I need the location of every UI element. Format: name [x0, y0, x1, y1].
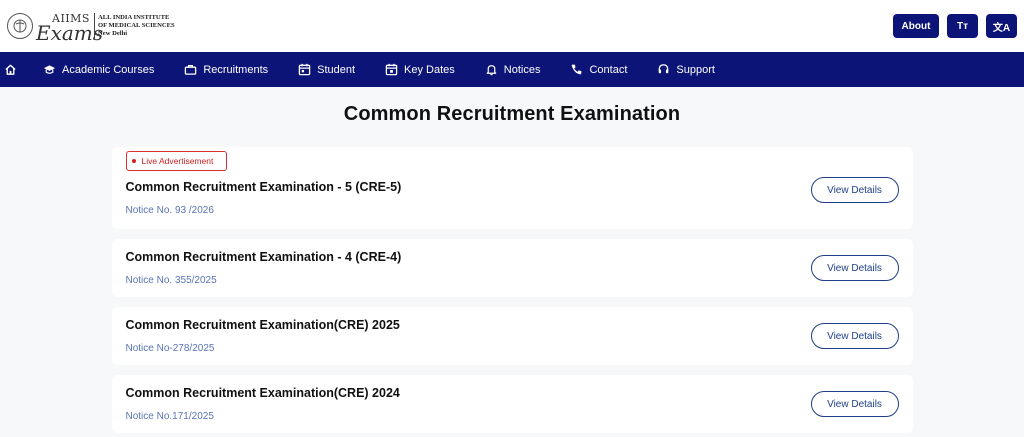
exam-notice-number: Notice No. 93 /2026	[125, 205, 214, 216]
nav-key-dates[interactable]: Key Dates	[385, 52, 455, 87]
top-header: AIIMS Exams All India Institute of Medic…	[0, 0, 1024, 52]
exam-card-info: Common Recruitment Examination(CRE) 2024…	[126, 386, 400, 422]
brand-script: AIIMS Exams	[36, 11, 104, 45]
exam-card-info: Common Recruitment Examination(CRE) 2025…	[126, 318, 400, 354]
bell-icon	[486, 65, 497, 76]
institute-line-2: of Medical Sciences	[98, 22, 175, 29]
exam-title: Common Recruitment Examination - 4 (CRE-…	[125, 250, 402, 264]
exam-card: Common Recruitment Examination(CRE) 2024…	[111, 375, 913, 433]
translate-button[interactable]: 文A	[986, 14, 1017, 38]
home-icon	[5, 64, 16, 75]
aiims-emblem-icon	[7, 13, 33, 39]
graduation-cap-icon	[43, 65, 56, 74]
exam-title: Common Recruitment Examination - 5 (CRE-…	[125, 180, 402, 194]
exam-card: Common Recruitment Examination - 4 (CRE-…	[111, 239, 913, 297]
brand-divider	[94, 13, 95, 39]
about-button[interactable]: About	[893, 14, 939, 38]
nav-contact[interactable]: Contact	[570, 52, 627, 87]
exam-title: Common Recruitment Examination(CRE) 2024	[125, 386, 400, 400]
nav-label: Academic Courses	[62, 63, 155, 76]
calendar-check-icon	[385, 63, 398, 76]
nav-label: Student	[317, 63, 356, 76]
exam-notice-number: Notice No-278/2025	[125, 343, 215, 354]
nav-label: Key Dates	[404, 63, 455, 76]
briefcase-icon	[185, 64, 197, 75]
text-size-button[interactable]: Tт	[947, 14, 978, 38]
calendar-icon	[298, 63, 311, 76]
exam-card: Common Recruitment Examination(CRE) 2025…	[111, 307, 913, 365]
nav-academic-courses[interactable]: Academic Courses	[43, 52, 154, 87]
nav-label: Support	[676, 63, 715, 76]
nav-notices[interactable]: Notices	[485, 52, 541, 87]
phone-icon	[572, 64, 582, 75]
headset-icon	[659, 64, 669, 74]
exam-notice-number: Notice No. 355/2025	[125, 275, 217, 286]
exam-notice-number: Notice No.171/2025	[125, 411, 214, 422]
nav-label: Recruitments	[203, 63, 269, 76]
main-nav: Academic Courses Recruitments Student Ke…	[0, 52, 1024, 87]
header-actions: About Tт 文A	[893, 14, 1017, 38]
view-details-button[interactable]: View Details	[810, 177, 899, 203]
exam-title: Common Recruitment Examination(CRE) 2025	[125, 318, 400, 332]
institute-name: All India Institute of Medical Sciences …	[98, 14, 175, 38]
badge-label: Live Advertisement	[141, 156, 214, 166]
brand-script-bottom: Exams	[36, 21, 104, 45]
institute-city: New Delhi	[98, 30, 128, 37]
nav-support[interactable]: Support	[657, 52, 715, 87]
institute-line-1: All India Institute	[98, 14, 170, 21]
nav-home[interactable]	[4, 52, 17, 87]
site-logo[interactable]: AIIMS Exams All India Institute of Medic…	[7, 0, 175, 52]
nav-label: Notices	[503, 63, 541, 76]
view-details-button[interactable]: View Details	[810, 323, 899, 349]
live-advertisement-badge: Live Advertisement	[125, 151, 227, 171]
exam-card-info: Live Advertisement Common Recruitment Ex…	[125, 151, 402, 216]
nav-student[interactable]: Student	[298, 52, 355, 87]
nav-recruitments[interactable]: Recruitments	[184, 52, 268, 87]
live-dot-icon	[131, 159, 136, 163]
view-details-button[interactable]: View Details	[810, 255, 899, 281]
exam-card: Live Advertisement Common Recruitment Ex…	[111, 147, 913, 229]
view-details-button[interactable]: View Details	[810, 391, 899, 417]
page-title: Common Recruitment Examination	[343, 103, 681, 125]
exam-list: Live Advertisement Common Recruitment Ex…	[111, 147, 913, 433]
nav-label: Contact	[589, 63, 628, 76]
exam-card-info: Common Recruitment Examination - 4 (CRE-…	[126, 250, 402, 286]
